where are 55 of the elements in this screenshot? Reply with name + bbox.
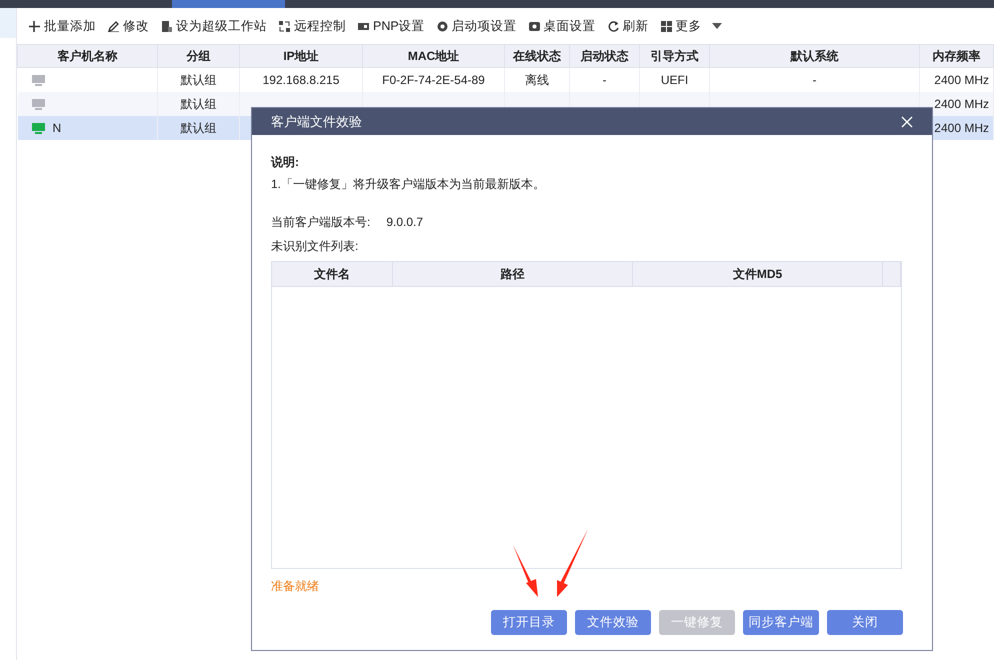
client-name: N <box>52 120 62 134</box>
column-header: MAC地址 <box>362 44 504 68</box>
toolbar-button[interactable]: 桌面设置 <box>522 8 602 44</box>
dialog-title: 客户端文件效验 <box>271 112 362 131</box>
chip-icon <box>358 20 369 32</box>
column-header: 启动状态 <box>570 44 640 68</box>
table-cell: - <box>602 72 606 87</box>
pencil-icon <box>108 20 119 32</box>
column-header: 路径 <box>393 262 633 286</box>
toolbar-button[interactable]: 更多 <box>654 8 708 44</box>
refresh-icon <box>608 20 619 32</box>
column-header: 默认系统 <box>710 44 920 68</box>
toolbar-button[interactable]: 刷新 <box>602 8 655 44</box>
toolbar-button[interactable]: PNP设置 <box>352 8 431 44</box>
remote-icon <box>279 20 290 32</box>
status-text: 准备就绪 <box>271 578 320 595</box>
table-cell: F0-2F-74-2E-54-89 <box>382 72 485 87</box>
monitor-icon <box>528 20 540 32</box>
table-cell: 192.168.8.215 <box>262 72 340 87</box>
toolbar-button[interactable]: 设为超级工作站 <box>155 8 273 44</box>
column-header: 在线状态 <box>504 44 570 68</box>
column-header: 分组 <box>158 44 240 68</box>
table-cell: 默认组 <box>180 96 216 110</box>
table-cell: 2400 MHz <box>934 96 989 110</box>
table-cell: 离线 <box>525 72 549 87</box>
table-cell: 默认组 <box>180 120 216 134</box>
server-icon <box>161 20 172 32</box>
column-header: 文件名 <box>272 262 393 286</box>
dialog-button[interactable]: 同步客户端 <box>743 610 819 635</box>
dialog-button[interactable]: 关闭 <box>827 610 903 635</box>
column-header: 内存频率 <box>920 44 994 68</box>
toolbar-button[interactable]: 启动项设置 <box>430 8 523 44</box>
dialog-button[interactable]: 打开目录 <box>491 610 567 635</box>
toolbar-button[interactable]: 批量添加 <box>23 8 102 44</box>
version-label: 当前客户端版本号: <box>271 214 370 231</box>
list-label: 未识别文件列表: <box>271 238 360 255</box>
dialog-button[interactable]: 文件效验 <box>575 610 651 635</box>
column-header: 引导方式 <box>640 44 710 68</box>
plus-icon <box>29 20 40 32</box>
table-cell: 默认组 <box>180 72 216 87</box>
table-cell: 2400 MHz <box>934 120 989 134</box>
table-cell: UEFI <box>660 72 688 87</box>
gear-icon <box>436 20 448 32</box>
table-cell: - <box>812 72 816 87</box>
column-header: 客户机名称 <box>18 44 158 68</box>
note-text: 1.「一键修复」将升级客户端版本为当前最新版本。 <box>271 176 546 193</box>
version-value: 9.0.0.7 <box>386 214 424 231</box>
toolbar-button[interactable]: 修改 <box>102 8 155 44</box>
toolbar-button[interactable]: 远程控制 <box>273 8 352 44</box>
grid-icon <box>660 20 672 32</box>
column-header: 文件MD5 <box>633 262 883 286</box>
table-cell: 2400 MHz <box>934 72 989 87</box>
close-button[interactable] <box>901 116 913 128</box>
note-heading: 说明: <box>271 154 300 171</box>
column-header: IP地址 <box>240 44 362 68</box>
